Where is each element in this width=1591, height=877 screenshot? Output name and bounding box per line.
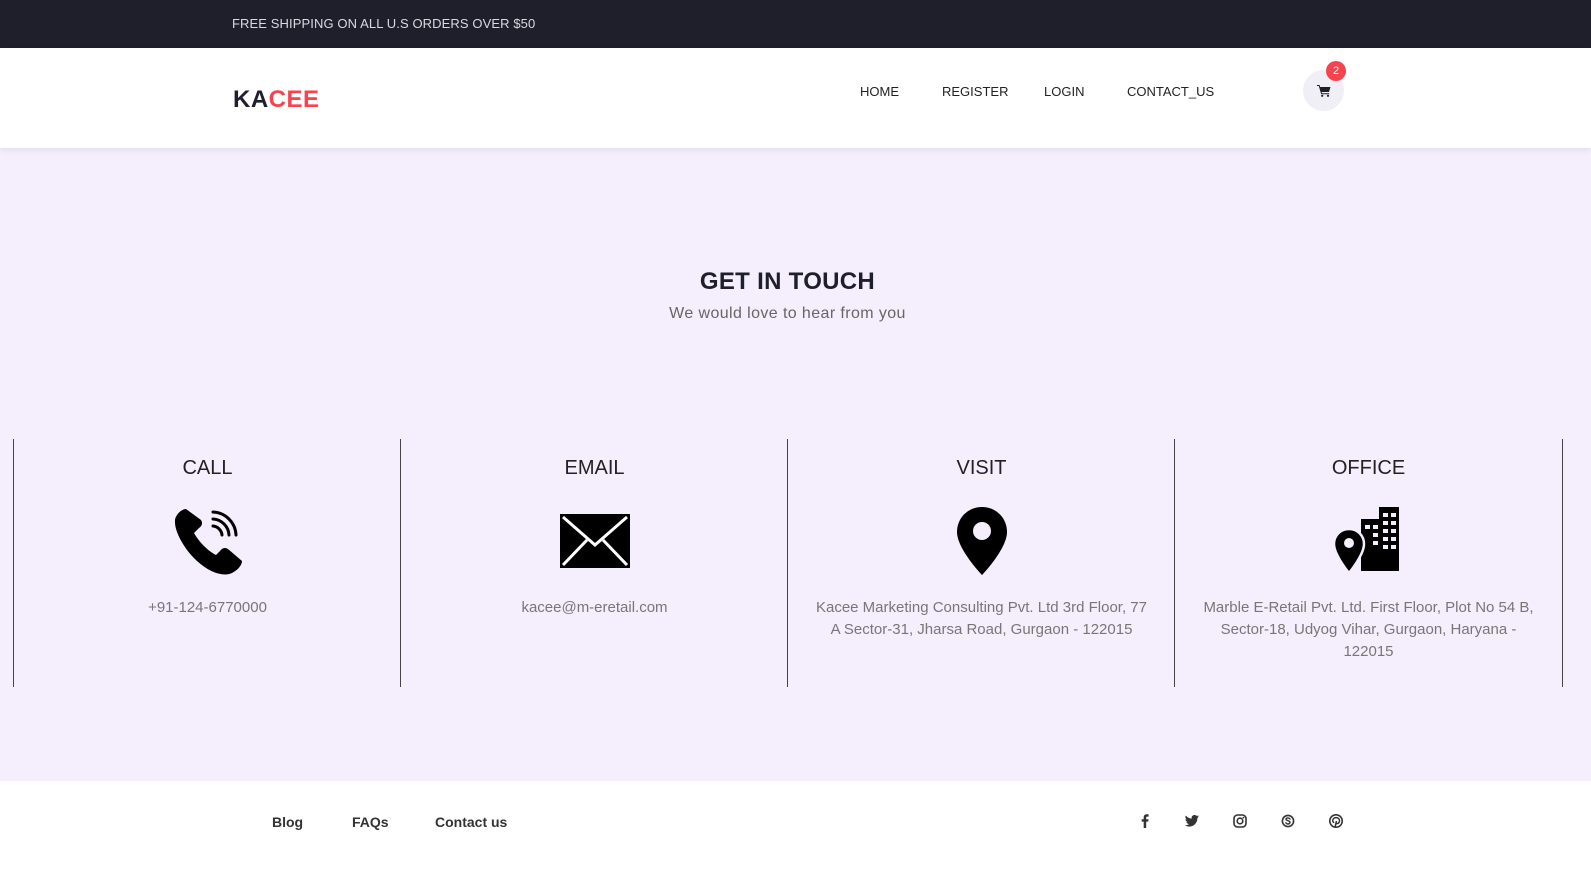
pinterest-icon[interactable] — [1324, 809, 1348, 833]
facebook-icon[interactable] — [1133, 809, 1157, 833]
section-title: GET IN TOUCH — [699, 268, 876, 295]
promo-bar: FREE SHIPPING ON ALL U.S ORDERS OVER $50 — [0, 0, 1591, 48]
section-subtitle: We would love to hear from you — [669, 305, 906, 322]
cart-count-badge: 2 — [1326, 61, 1346, 81]
footer-faqs-link[interactable]: FAQs — [352, 814, 389, 830]
contact-card-office: OFFICE Marble E-Retail Pvt. Ltd. First F… — [1174, 439, 1563, 687]
contact-section: GET IN TOUCH We would love to hear from … — [0, 148, 1591, 781]
card-text: kacee@m-eretail.com — [521, 599, 668, 616]
twitter-icon[interactable] — [1180, 809, 1204, 833]
footer-contact-link[interactable]: Contact us — [435, 814, 507, 830]
promo-text: FREE SHIPPING ON ALL U.S ORDERS OVER $50 — [232, 16, 536, 31]
footer-blog-link[interactable]: Blog — [272, 814, 303, 830]
logo-text-primary: KA — [233, 86, 269, 113]
phone-icon — [174, 509, 242, 575]
card-text: Marble E-Retail Pvt. Ltd. First Floor, P… — [1203, 599, 1534, 660]
nav-contact-link[interactable]: CONTACT_US — [1127, 84, 1214, 99]
card-title: VISIT — [956, 457, 1007, 479]
skype-icon[interactable] — [1276, 809, 1300, 833]
card-title: OFFICE — [1331, 457, 1406, 479]
envelope-icon — [559, 514, 630, 568]
contact-card-visit: VISIT Kacee Marketing Consulting Pvt. Lt… — [787, 439, 1175, 687]
card-title: EMAIL — [564, 457, 625, 479]
nav-home-link[interactable]: HOME — [860, 84, 899, 99]
logo-text-accent: CEE — [268, 86, 320, 113]
contact-card-email: EMAIL kacee@m-eretail.com — [400, 439, 788, 687]
contact-card-call: CALL +91-124-6770000 — [13, 439, 401, 687]
nav-register-link[interactable]: REGISTER — [942, 84, 1008, 99]
building-location-icon — [1332, 507, 1399, 575]
card-title: CALL — [182, 457, 233, 479]
cart-icon — [1316, 85, 1330, 97]
instagram-icon[interactable] — [1228, 809, 1252, 833]
card-text: +91-124-6770000 — [148, 599, 267, 616]
site-footer: Blog FAQs Contact us — [0, 781, 1591, 877]
site-logo[interactable]: KACEE — [233, 86, 320, 114]
site-header: KACEE HOME REGISTER LOGIN CONTACT_US 2 — [0, 48, 1591, 148]
map-marker-icon — [956, 507, 1007, 575]
nav-login-link[interactable]: LOGIN — [1044, 84, 1084, 99]
card-text: Kacee Marketing Consulting Pvt. Ltd 3rd … — [815, 599, 1147, 638]
